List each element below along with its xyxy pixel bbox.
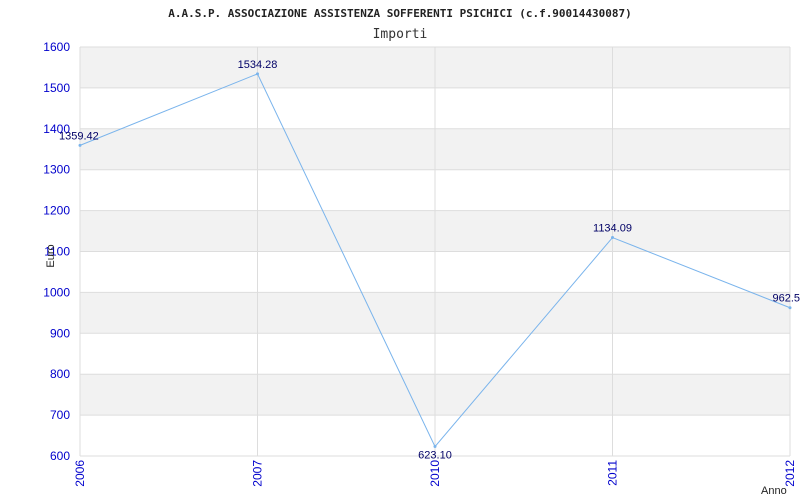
line-chart: A.A.S.P. ASSOCIAZIONE ASSISTENZA SOFFERE… [43, 7, 800, 497]
y-tick-label: 1000 [43, 285, 70, 299]
y-tick-label: 1600 [43, 40, 70, 54]
x-tick-label: 2007 [251, 460, 265, 487]
y-tick-label: 900 [50, 326, 70, 340]
y-tick-label: 700 [50, 408, 70, 422]
data-label: 1134.09 [593, 223, 632, 235]
x-axis-ticks: 2006 2007 2010 2011 2012 [73, 460, 797, 487]
x-tick-label: 2006 [73, 460, 87, 487]
data-point [611, 236, 614, 240]
x-tick-label: 2012 [783, 460, 797, 487]
x-tick-label: 2011 [606, 460, 620, 486]
chart-subtitle: Importi [373, 27, 428, 42]
chart-title: A.A.S.P. ASSOCIAZIONE ASSISTENZA SOFFERE… [168, 7, 632, 20]
x-axis-title: Anno [761, 485, 787, 497]
data-label: 1534.28 [238, 59, 278, 71]
data-label: 962.5 [772, 293, 800, 305]
y-tick-label: 1300 [43, 163, 70, 177]
data-label: 1359.42 [59, 130, 99, 142]
y-tick-label: 600 [50, 449, 70, 463]
data-point [788, 306, 792, 310]
x-tick-label: 2010 [428, 460, 442, 487]
data-point [78, 143, 82, 147]
y-tick-label: 800 [50, 367, 70, 381]
y-axis-title: Euro [45, 244, 57, 267]
data-point [256, 72, 259, 76]
data-label: 623.10 [418, 450, 452, 462]
y-tick-label: 1500 [43, 81, 70, 95]
data-point [433, 445, 437, 449]
y-tick-label: 1200 [43, 204, 70, 218]
